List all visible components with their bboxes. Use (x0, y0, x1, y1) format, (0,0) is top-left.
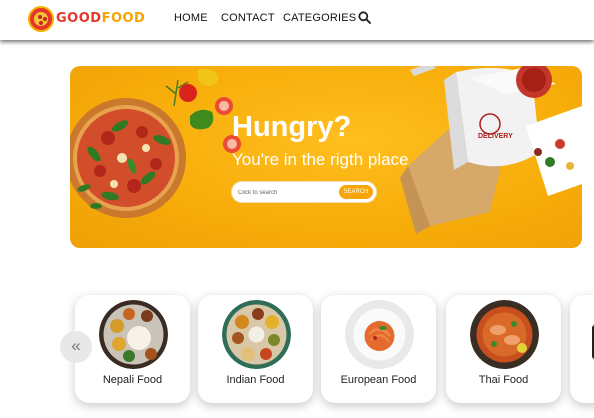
category-label: Nepali Food (102, 374, 163, 386)
category-label: European Food (340, 374, 417, 386)
category-card-european[interactable]: European Food (321, 295, 436, 403)
hero-search-input[interactable] (238, 186, 338, 199)
hero-search-box: SEARCH (231, 181, 377, 203)
hero-title: Hungry? (232, 111, 352, 143)
nav-contact[interactable]: CONTACT (221, 12, 275, 24)
category-label: Thai Food (478, 374, 529, 386)
hero-subtitle: You're in the rigth place (232, 150, 409, 169)
logo-pizza-icon[interactable] (28, 6, 54, 32)
category-card-thai[interactable]: Thai Food (446, 295, 561, 403)
nav-home[interactable]: HOME (174, 12, 208, 24)
navbar: GOODFOOD HOME CONTACT CATEGORIES (0, 0, 594, 40)
search-icon[interactable] (358, 11, 371, 24)
brand-logo[interactable]: GOODFOOD (56, 11, 145, 26)
nav-categories[interactable]: CATEGORIES (283, 12, 356, 24)
pizza-image (70, 98, 186, 218)
category-card-nepali[interactable]: Nepali Food (75, 295, 190, 403)
indian-food-image (222, 300, 291, 369)
thai-food-image (470, 300, 539, 369)
nepali-food-image (99, 300, 168, 369)
hero-search-button[interactable]: SEARCH (339, 185, 373, 199)
category-label: Indian Food (226, 374, 285, 386)
category-card-indian[interactable]: Indian Food (198, 295, 313, 403)
delivery-box-text: DELIVERY (478, 133, 513, 140)
category-card-partial[interactable] (570, 295, 594, 403)
hero-banner: DELIVERY Hungry? You're in the rigth pla… (70, 66, 582, 248)
brand-text-good: GOOD (56, 11, 102, 26)
european-food-image (345, 300, 414, 369)
carousel-prev-button[interactable]: « (60, 331, 92, 363)
brand-text-food: FOOD (101, 11, 146, 26)
delivery-box-image: DELIVERY (400, 66, 582, 234)
